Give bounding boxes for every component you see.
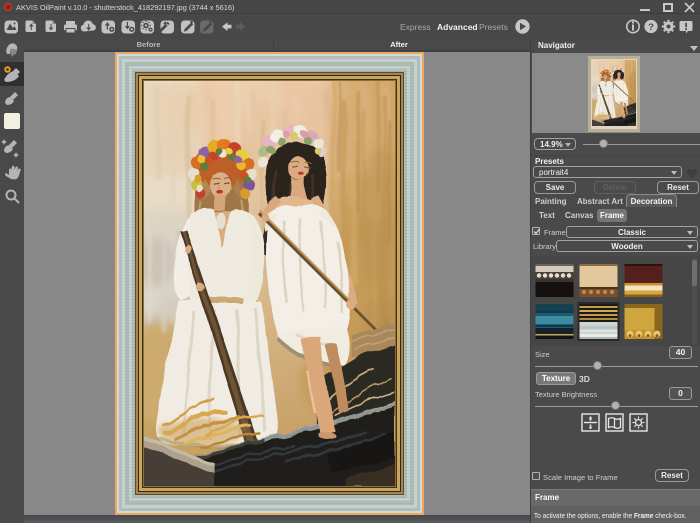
svg-text:?: ? <box>648 22 654 33</box>
